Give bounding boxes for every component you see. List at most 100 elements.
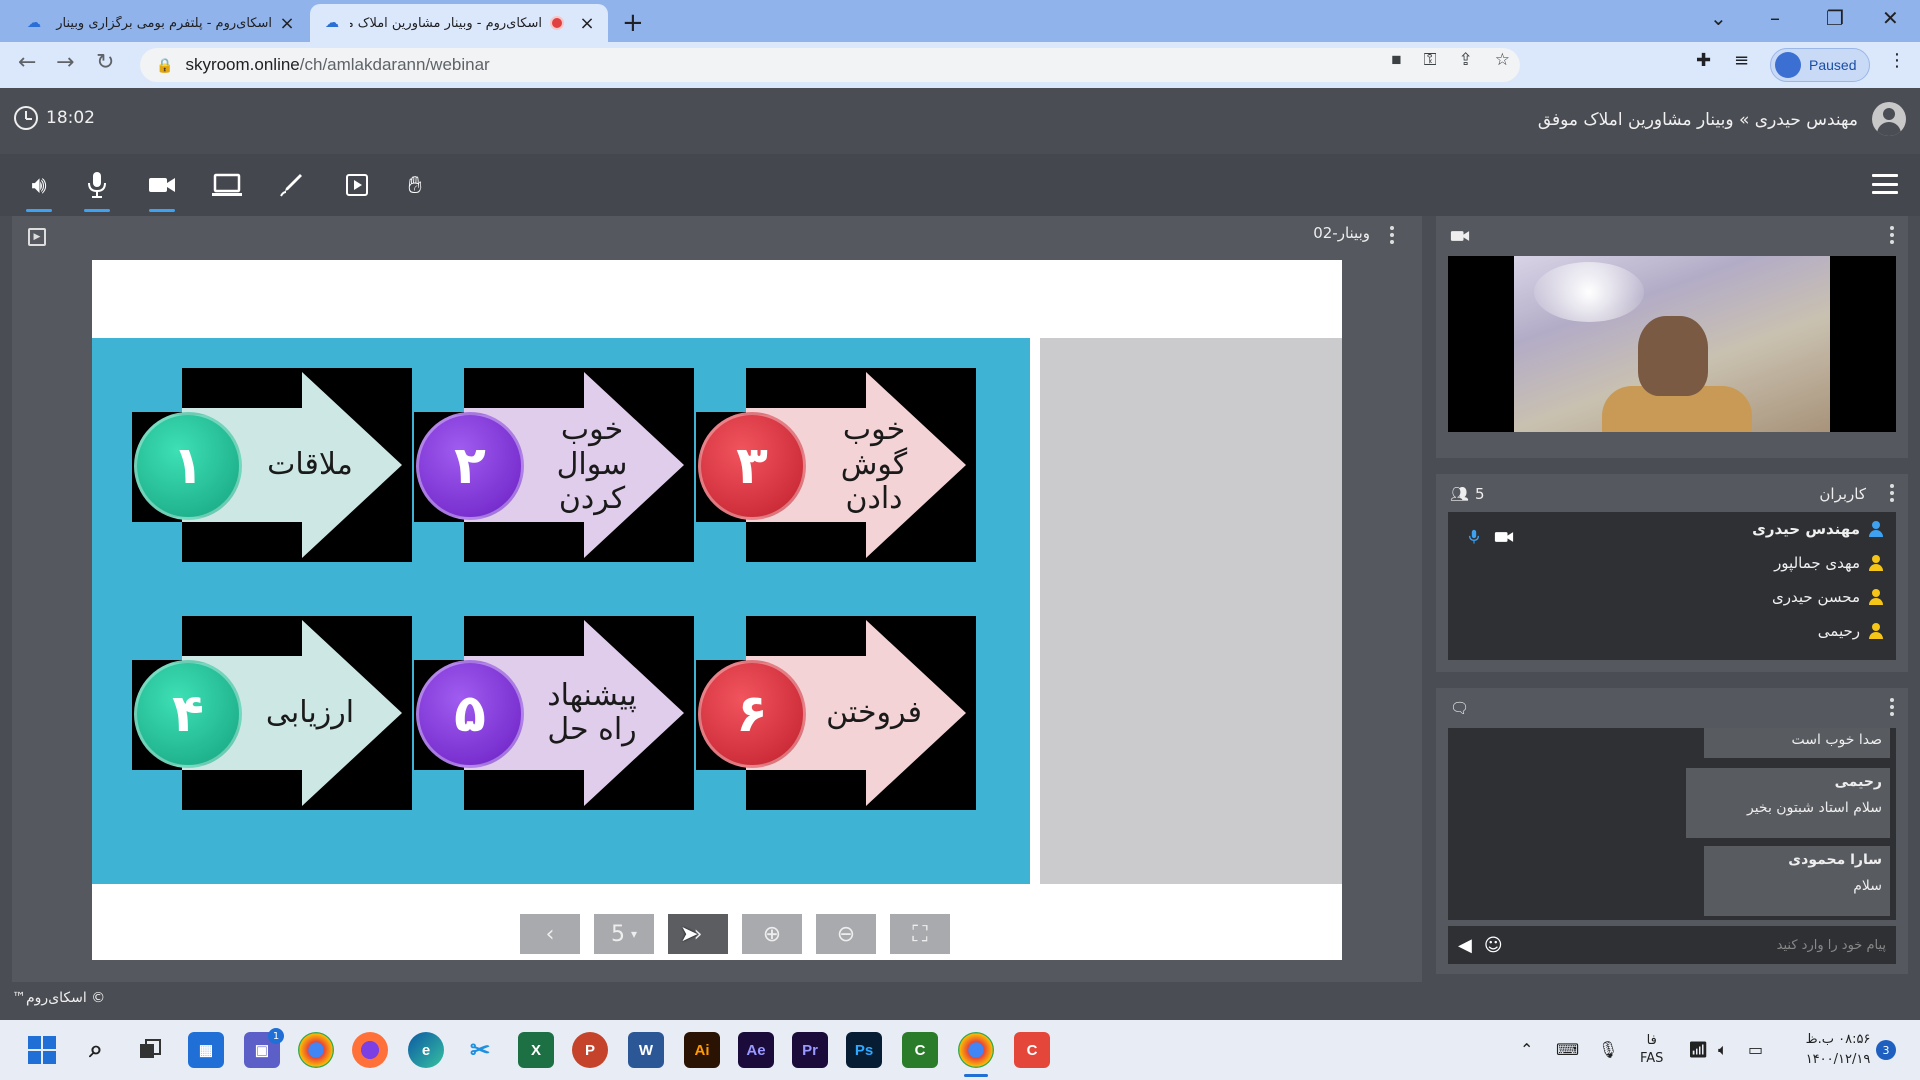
lock-icon: 🔒 xyxy=(156,56,174,73)
user-avatar-icon[interactable] xyxy=(1872,102,1906,136)
chat-menu-icon[interactable] xyxy=(1890,698,1894,716)
media-icon[interactable] xyxy=(340,168,374,202)
widgets-icon[interactable]: ▦ xyxy=(188,1032,224,1068)
tab-search-chevron-icon[interactable]: ⌄ xyxy=(1710,6,1727,30)
pen-icon[interactable] xyxy=(274,168,308,202)
presentation-panel: ▶ وبینار-02 ١ ملاقات ٢ خوب سوال کردن ٣ خ… xyxy=(12,216,1422,982)
chat-message: صدا خوب است xyxy=(1704,728,1890,758)
speaker-icon[interactable]: 🔊︎ xyxy=(22,168,56,212)
skyroom-favicon-icon: ☁ xyxy=(325,15,339,31)
video-menu-icon[interactable] xyxy=(1890,226,1894,244)
premiere-icon[interactable]: Pr xyxy=(792,1032,828,1068)
message-text: سلام استاد شبتون بخیر xyxy=(1746,800,1882,816)
forward-button[interactable]: → xyxy=(56,50,74,75)
extensions-puzzle-icon[interactable]: ✚ xyxy=(1696,50,1711,71)
presentation-menu-icon[interactable] xyxy=(1390,226,1394,244)
search-icon[interactable]: ⌕ xyxy=(78,1032,114,1068)
close-tab-icon[interactable]: × xyxy=(578,13,596,34)
share-icon[interactable]: ⇪ xyxy=(1459,50,1473,70)
profile-button[interactable]: Paused xyxy=(1770,48,1870,82)
chat-messages: صدا خوب است رحیمی سلام استاد شبتون بخیر … xyxy=(1448,728,1896,920)
powerpoint-icon[interactable]: P xyxy=(572,1032,608,1068)
chat-input[interactable]: پیام خود را وارد کنید xyxy=(1515,938,1886,953)
host-camera-icon[interactable] xyxy=(1494,530,1514,544)
zoom-in-icon: ⊕ xyxy=(762,921,782,947)
volume-icon[interactable]: 🔈︎ xyxy=(1718,1040,1728,1060)
camtasia-icon[interactable]: C xyxy=(902,1032,938,1068)
input-language[interactable]: فا FAS xyxy=(1640,1032,1663,1068)
reload-button[interactable]: ↻ xyxy=(96,50,114,75)
word-icon[interactable]: W xyxy=(628,1032,664,1068)
users-list: مهندس حیدری مهدی جمالپور محسن حیدری رحیم… xyxy=(1448,512,1896,660)
video-panel xyxy=(1436,216,1908,458)
illustrator-icon[interactable]: Ai xyxy=(684,1032,720,1068)
previous-slide-button[interactable]: ‹ xyxy=(520,914,580,954)
new-tab-button[interactable]: + xyxy=(622,8,644,38)
zoom-out-button[interactable]: ⊖ xyxy=(816,914,876,954)
back-button[interactable]: ← xyxy=(18,50,36,75)
chrome-icon[interactable] xyxy=(298,1032,334,1068)
keyboard-icon[interactable]: ⌨ xyxy=(1556,1040,1579,1059)
active-app-indicator xyxy=(964,1074,988,1077)
maximize-button[interactable]: ❐ xyxy=(1826,6,1844,30)
browser-menu-icon[interactable]: ⋮ xyxy=(1888,50,1906,71)
edge-icon[interactable]: e xyxy=(408,1032,444,1068)
main-menu-icon[interactable] xyxy=(1872,174,1898,194)
tray-microphone-icon[interactable]: 🎙︎ xyxy=(1598,1040,1618,1059)
user-name: مهدی جمالپور xyxy=(1774,554,1860,572)
panel-toggle-icon[interactable]: ▶ xyxy=(28,228,46,246)
mouse-cursor-icon: ➤ xyxy=(680,922,699,947)
camera-permission-icon[interactable]: ■ xyxy=(1391,50,1401,70)
tab-title: اسکای‌روم - وبینار مشاورین املاک موفق xyxy=(350,15,542,31)
firefox-icon[interactable] xyxy=(352,1032,388,1068)
zoom-in-button[interactable]: ⊕ xyxy=(742,914,802,954)
browser-tab-skyroom-home[interactable]: ☁ اسکای‌روم - پلتفرم بومی برگزاری وبینار… xyxy=(12,4,308,42)
excel-icon[interactable]: X xyxy=(518,1032,554,1068)
after-effects-icon[interactable]: Ae xyxy=(738,1032,774,1068)
notification-badge[interactable]: 3 xyxy=(1876,1040,1896,1060)
chat-message: رحیمی سلام استاد شبتون بخیر xyxy=(1686,768,1890,838)
user-row[interactable]: محسن حیدری xyxy=(1772,582,1884,612)
task-view-icon[interactable] xyxy=(132,1032,168,1068)
step-label: پیشنهاد راه حل xyxy=(547,677,637,747)
user-row[interactable]: رحیمی xyxy=(1818,616,1884,646)
user-name: محسن حیدری xyxy=(1772,588,1860,606)
send-icon[interactable]: ◀ xyxy=(1458,935,1472,956)
chrome-active-icon[interactable] xyxy=(958,1032,994,1068)
raise-hand-icon[interactable]: ✋︎ xyxy=(398,168,432,202)
address-bar[interactable]: 🔒 skyroom.online/ch/amlakdarann/webinar … xyxy=(140,48,1520,82)
wifi-icon[interactable]: 📶︎ xyxy=(1688,1040,1708,1059)
clock-icon xyxy=(14,106,38,130)
host-microphone-icon[interactable] xyxy=(1468,528,1480,546)
key-icon[interactable]: ⚿ xyxy=(1424,50,1437,70)
page-select[interactable]: 5 ▾ xyxy=(594,914,654,954)
step-6: ۶ فروختن xyxy=(696,616,976,810)
step-number: ١ xyxy=(134,412,242,520)
step-5: ۵ پیشنهاد راه حل xyxy=(414,616,694,810)
windows-taskbar: ⌕ ▦ ▣ 1 e ✂ X P W Ai Ae Pr Ps C C ⌃ ⌨ 🎙︎… xyxy=(0,1020,1920,1080)
photoshop-icon[interactable]: Ps xyxy=(846,1032,882,1068)
snipping-tool-icon[interactable]: ✂ xyxy=(462,1032,498,1068)
minimize-button[interactable]: – xyxy=(1770,6,1780,30)
camera-icon[interactable] xyxy=(145,168,179,212)
browser-tab-webinar[interactable]: ☁ اسکای‌روم - وبینار مشاورین املاک موفق … xyxy=(310,4,608,42)
close-tab-icon[interactable]: × xyxy=(278,13,296,34)
windows-start-icon[interactable] xyxy=(24,1032,60,1068)
fullscreen-button[interactable]: ⛶ xyxy=(890,914,950,954)
bookmark-star-icon[interactable]: ☆ xyxy=(1495,50,1510,70)
user-row-host[interactable]: مهندس حیدری xyxy=(1752,514,1884,544)
users-menu-icon[interactable] xyxy=(1890,484,1894,502)
users-panel-title: کاربران xyxy=(1819,485,1866,503)
emoji-icon[interactable]: ☺ xyxy=(1484,935,1503,956)
url-path: /ch/amlakdarann/webinar xyxy=(299,55,490,74)
tray-chevron-up-icon[interactable]: ⌃ xyxy=(1520,1040,1533,1059)
battery-icon[interactable]: ▭ xyxy=(1748,1040,1763,1059)
screen-share-icon[interactable] xyxy=(210,168,244,202)
microphone-icon[interactable] xyxy=(80,168,114,212)
user-row[interactable]: مهدی جمالپور xyxy=(1774,548,1884,578)
recorder-icon[interactable]: C xyxy=(1014,1032,1050,1068)
close-window-button[interactable]: ✕ xyxy=(1882,6,1899,30)
session-clock: 18:02 xyxy=(14,106,95,130)
reading-list-icon[interactable]: ≡ xyxy=(1734,50,1749,71)
taskbar-clock[interactable]: ۰۸:۵۶ ب.ظ ۱۴۰۰/۱۲/۱۹ xyxy=(1790,1030,1886,1070)
